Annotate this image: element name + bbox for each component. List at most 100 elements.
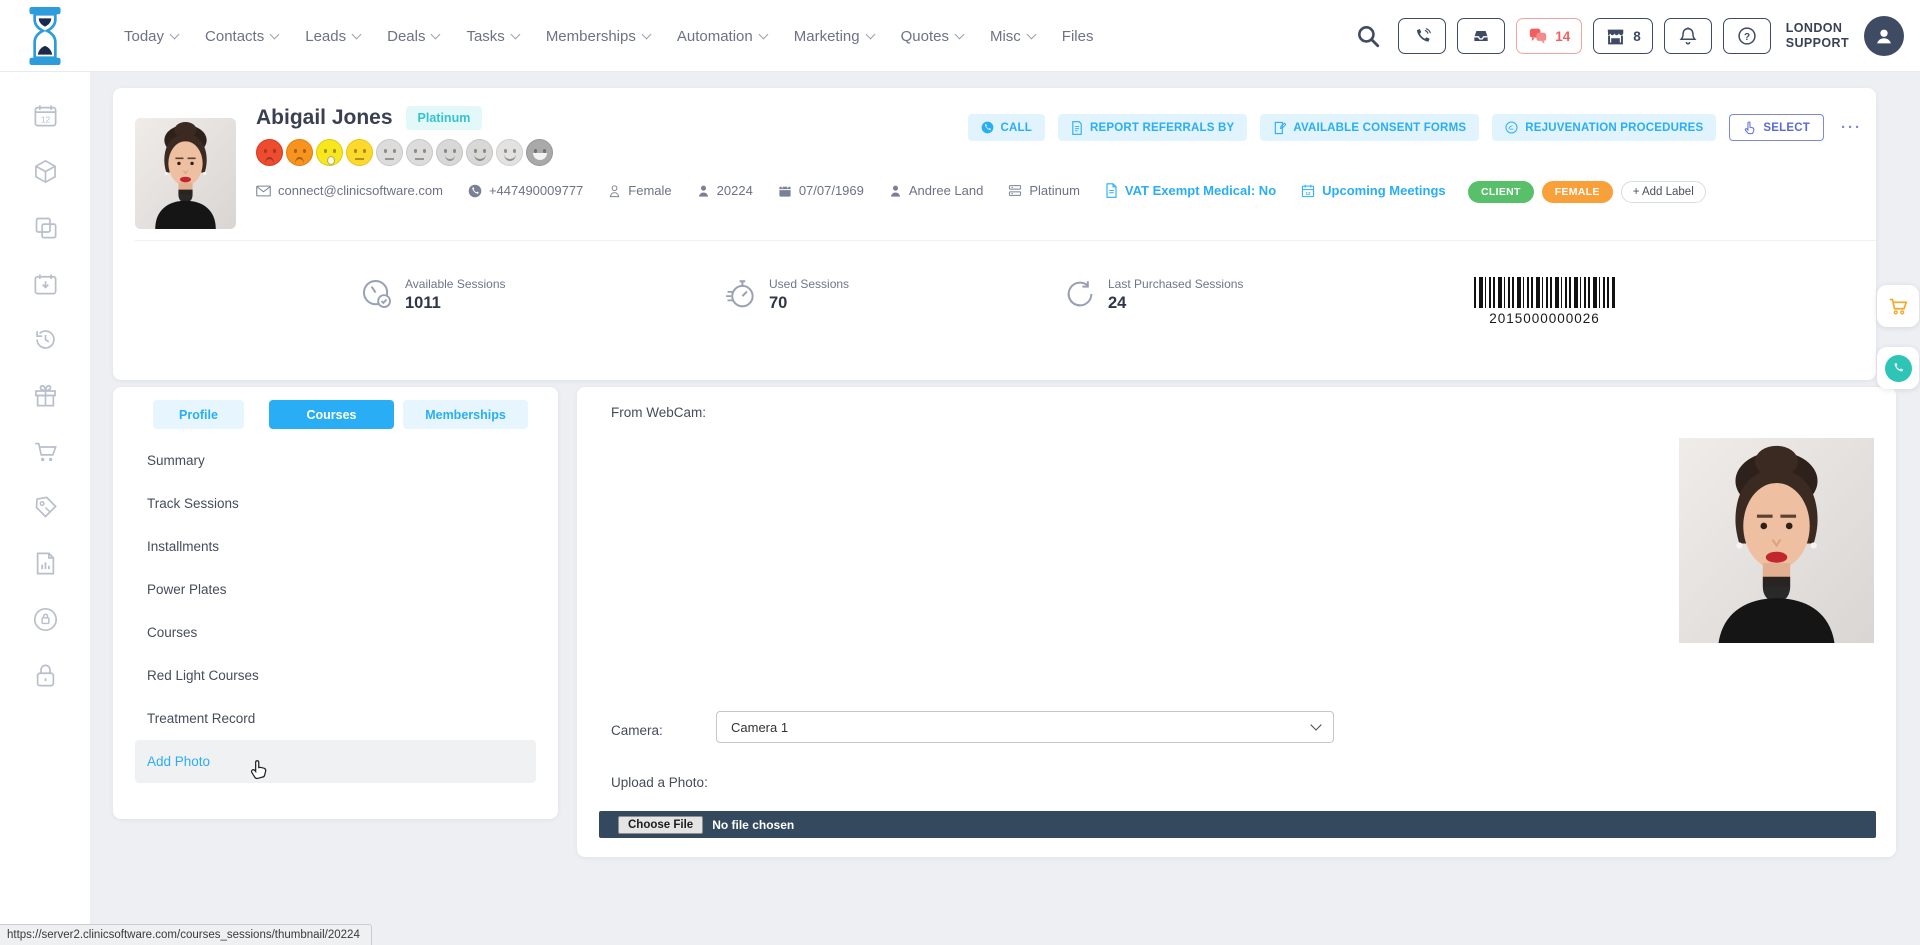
mood-face-9[interactable] (496, 139, 523, 166)
menu-item-add-photo[interactable]: Add Photo (135, 740, 536, 783)
stat-value: 24 (1108, 294, 1243, 313)
nav-automation[interactable]: Automation (677, 28, 767, 45)
location-selector[interactable]: LONDON SUPPORT (1786, 21, 1849, 51)
form-edit-icon (1273, 121, 1286, 135)
choose-file-button[interactable]: Choose File (618, 816, 703, 834)
search-icon[interactable] (1355, 23, 1381, 49)
select-button[interactable]: SELECT (1729, 114, 1824, 141)
person-outline-icon (608, 184, 621, 198)
user-icon (1873, 25, 1895, 47)
mood-face-1[interactable] (256, 139, 283, 166)
menu-item-red-light-courses[interactable]: Red Light Courses (135, 654, 536, 697)
nav-marketing[interactable]: Marketing (794, 28, 874, 45)
calendar-import-icon[interactable] (32, 270, 59, 297)
rejuvenation-button[interactable]: REJUVENATION PROCEDURES (1492, 114, 1716, 141)
client-id: 20224 (697, 183, 753, 198)
person-icon (697, 184, 710, 198)
stat-available-sessions: Available Sessions1011 (360, 277, 506, 313)
tab-profile[interactable]: Profile (153, 400, 244, 429)
client-tabs-panel: Profile Courses Memberships Summary Trac… (113, 387, 558, 819)
tab-courses[interactable]: Courses (269, 400, 394, 429)
cart-icon[interactable] (32, 438, 59, 465)
mood-face-10[interactable] (526, 139, 553, 166)
nav-quotes[interactable]: Quotes (901, 28, 963, 45)
chevron-down-icon (955, 29, 965, 39)
mood-face-6[interactable] (406, 139, 433, 166)
mood-face-3[interactable] (316, 139, 343, 166)
store-button[interactable]: 8 (1593, 18, 1653, 54)
bell-icon (1679, 26, 1697, 46)
contact-info-row: connect@clinicsoftware.com +447490009777… (256, 183, 1446, 198)
camera-label: Camera: (611, 723, 663, 738)
upload-photo-label: Upload a Photo: (611, 775, 708, 790)
mood-face-2[interactable] (286, 139, 313, 166)
gift-icon[interactable] (32, 382, 59, 409)
consent-forms-button[interactable]: AVAILABLE CONSENT FORMS (1260, 114, 1479, 141)
report-referrals-button[interactable]: REPORT REFERRALS BY (1058, 114, 1247, 141)
browser-status-bar: https://server2.clinicsoftware.com/cours… (0, 924, 372, 945)
account-lock-icon[interactable] (32, 606, 59, 633)
client-actions: CALL REPORT REFERRALS BY AVAILABLE CONSE… (968, 114, 1866, 141)
user-avatar[interactable] (1864, 16, 1904, 56)
cube-icon[interactable] (32, 158, 59, 185)
quick-call-button[interactable] (1877, 347, 1919, 389)
copy-icon[interactable] (32, 214, 59, 241)
lock-icon[interactable] (32, 662, 59, 689)
tab-memberships[interactable]: Memberships (403, 400, 528, 429)
menu-item-track-sessions[interactable]: Track Sessions (135, 482, 536, 525)
call-button[interactable]: CALL (968, 114, 1045, 141)
report-icon[interactable] (32, 550, 59, 577)
chat-button[interactable]: 14 (1516, 18, 1582, 54)
menu-item-courses[interactable]: Courses (135, 611, 536, 654)
nav-tasks[interactable]: Tasks (466, 28, 518, 45)
client-photo[interactable] (135, 118, 236, 229)
nav-label: Deals (387, 28, 425, 45)
client-phone: +447490009777 (468, 183, 583, 198)
phone-icon (1413, 27, 1432, 46)
clinicsoftware-logo[interactable] (24, 7, 66, 65)
menu-item-power-plates[interactable]: Power Plates (135, 568, 536, 611)
courses-menu: Summary Track Sessions Installments Powe… (135, 439, 536, 783)
upcoming-meetings-link[interactable]: 12Upcoming Meetings (1301, 183, 1446, 198)
menu-item-treatment-record[interactable]: Treatment Record (135, 697, 536, 740)
chevron-down-icon (510, 29, 520, 39)
camera-select[interactable]: Camera 1 (716, 711, 1334, 743)
nav-deals[interactable]: Deals (387, 28, 439, 45)
vat-exempt-link[interactable]: VAT Exempt Medical: No (1105, 183, 1276, 198)
dialer-button[interactable] (1398, 18, 1446, 54)
barcode-number: 2015000000026 (1474, 311, 1615, 326)
calendar-icon (778, 184, 792, 198)
from-webcam-label: From WebCam: (611, 405, 706, 420)
mood-face-5[interactable] (376, 139, 403, 166)
notifications-button[interactable] (1664, 18, 1712, 54)
nav-leads[interactable]: Leads (305, 28, 360, 45)
tier-badge: Platinum (406, 106, 483, 130)
nav-today[interactable]: Today (124, 28, 178, 45)
help-button[interactable]: ? (1723, 18, 1771, 54)
nav-label: Contacts (205, 28, 264, 45)
quick-cart-button[interactable] (1877, 285, 1919, 327)
file-input-bar: Choose File No file chosen (599, 811, 1876, 838)
menu-item-summary[interactable]: Summary (135, 439, 536, 482)
panel-tabs: Profile Courses Memberships (153, 400, 528, 429)
mood-face-4[interactable] (346, 139, 373, 166)
chevron-down-icon (170, 29, 180, 39)
chevron-down-icon (758, 29, 768, 39)
history-icon[interactable] (32, 326, 59, 353)
nav-contacts[interactable]: Contacts (205, 28, 278, 45)
phone-badge (1885, 355, 1912, 382)
more-actions-button[interactable]: ··· (1837, 119, 1866, 136)
add-label-button[interactable]: + Add Label (1621, 181, 1706, 203)
menu-item-installments[interactable]: Installments (135, 525, 536, 568)
voucher-tag-icon[interactable] (32, 494, 59, 521)
label-client: CLIENT (1468, 181, 1534, 203)
calendar-12-icon[interactable]: 12 (32, 102, 59, 129)
mood-face-7[interactable] (436, 139, 463, 166)
stat-label: Available Sessions (405, 277, 506, 291)
nav-files[interactable]: Files (1062, 28, 1094, 45)
nav-memberships[interactable]: Memberships (546, 28, 650, 45)
nav-misc[interactable]: Misc (990, 28, 1035, 45)
inbox-button[interactable] (1457, 18, 1505, 54)
mood-face-8[interactable] (466, 139, 493, 166)
mood-rating (256, 139, 553, 166)
